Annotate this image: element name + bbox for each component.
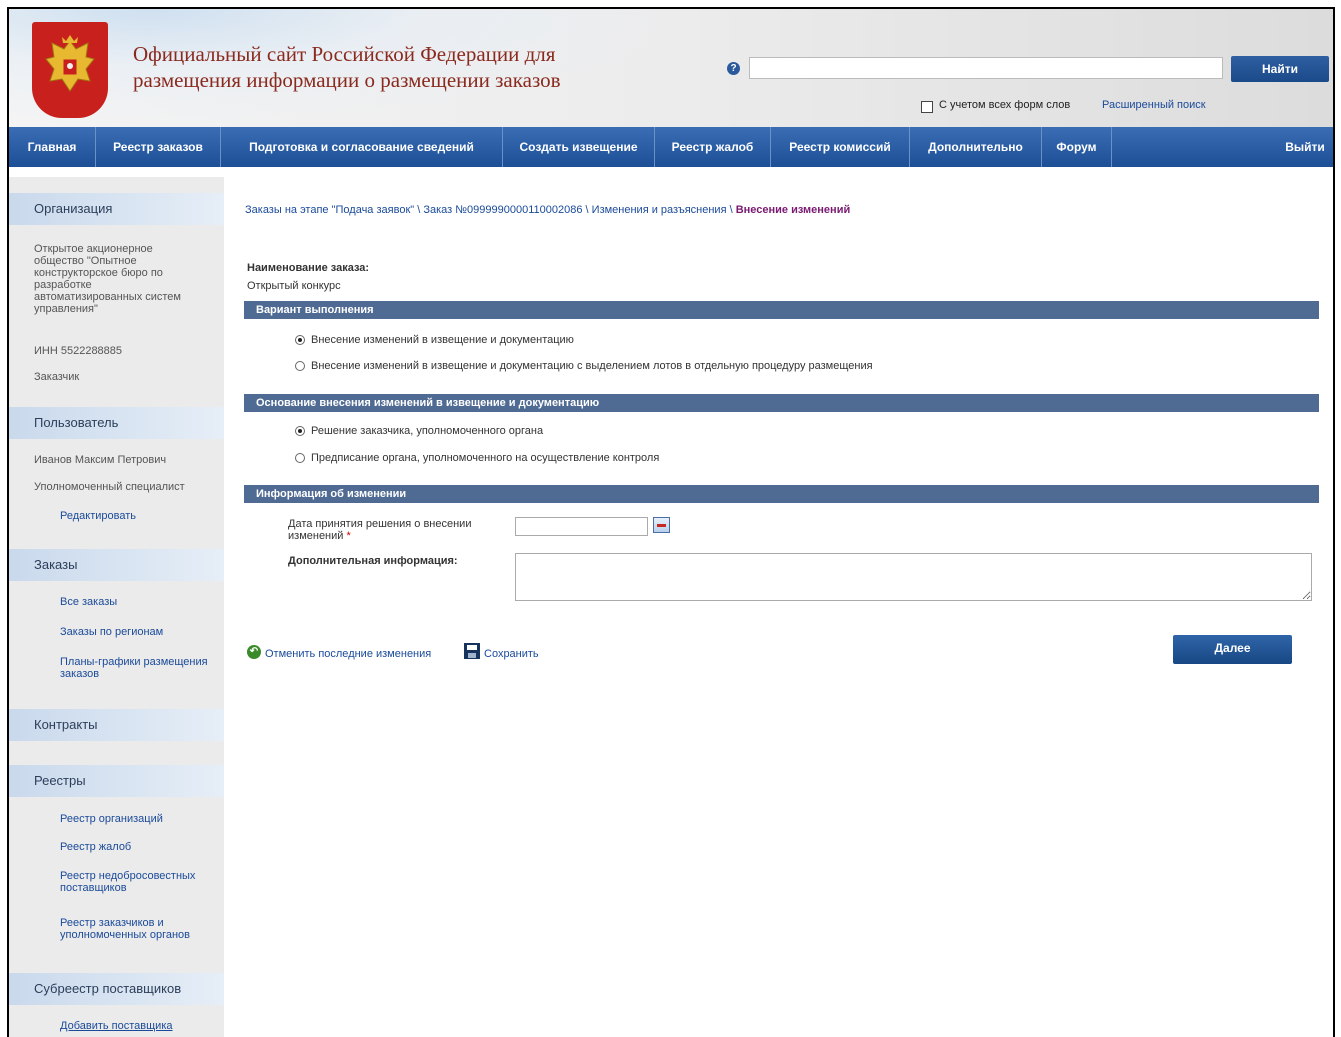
sidebar-item-line: поставщиков [60,882,127,894]
breadcrumb-current: Внесение изменений [735,204,851,216]
sidebar-heading-contracts[interactable]: Контракты [9,709,224,741]
save-link[interactable]: Сохранить [484,648,539,660]
sidebar-item-complaints-registry[interactable]: Реестр жалоб [60,841,220,853]
sidebar-item-line: уполномоченных органов [60,929,191,941]
nav-item-additional[interactable]: Дополнительно [910,127,1042,167]
organization-name-line: автоматизированных систем [34,291,181,303]
undo-icon[interactable]: ↶ [247,645,261,659]
sidebar-item-line: Реестр заказчиков и [60,917,164,929]
organization-name-line: Открытое акционерное [34,243,153,255]
sidebar-heading-orders: Заказы [9,549,224,581]
logout-button[interactable]: Выйти [1275,127,1333,167]
save-icon[interactable] [464,643,480,659]
advanced-search-link[interactable]: Расширенный поиск [1102,99,1206,111]
site-header: Официальный сайт Российской Федерации дл… [9,9,1333,127]
breadcrumb-separator: \ [414,204,424,216]
user-role: Уполномоченный специалист [34,481,185,493]
sidebar-item-orders-by-region[interactable]: Заказы по регионам [60,626,220,638]
search-input[interactable] [749,57,1223,79]
decision-date-input[interactable] [515,517,648,536]
breadcrumb-separator: \ [582,204,592,216]
radio-variant-separate-lots-label: Внесение изменений в извещение и докумен… [311,360,873,372]
decision-date-label: Дата принятия решения о внесении изменен… [288,518,498,542]
radio-basis-customer-decision-label: Решение заказчика, уполномоченного орган… [311,425,544,437]
sidebar-item-all-orders[interactable]: Все заказы [60,596,220,608]
required-mark: * [346,530,351,542]
decision-date-label-line: изменений * [288,530,498,542]
site-title-line1: Официальный сайт Российской Федерации дл… [133,42,556,66]
additional-info-label: Дополнительная информация: [288,555,458,567]
radio-basis-customer-decision[interactable] [295,426,305,436]
search-button[interactable]: Найти [1231,56,1329,82]
morphology-checkbox-label: С учетом всех форм слов [939,99,1071,111]
nav-item-home[interactable]: Главная [9,127,96,167]
site-title: Официальный сайт Российской Федерации дл… [133,41,693,93]
sidebar-item-schedules-line: заказов [60,668,100,680]
breadcrumb: Заказы на этапе "Подача заявок" \ Заказ … [245,204,850,216]
calendar-icon[interactable] [653,517,670,533]
help-icon[interactable]: ? [727,62,740,75]
sidebar-item-schedules-line: Планы-графики размещения [60,656,208,668]
organization-name-line: общество "Опытное [34,255,137,267]
breadcrumb-item[interactable]: Заказы на этапе "Подача заявок" [245,204,414,216]
sidebar-heading-registries: Реестры [9,765,224,797]
sidebar: Организация Открытое акционерное обществ… [9,177,224,1037]
radio-variant-changes-label: Внесение изменений в извещение и докумен… [311,334,574,346]
organization-name-line: управления" [34,303,98,315]
sidebar-item-org-registry[interactable]: Реестр организаций [60,813,220,825]
organization-name: Открытое акционерное общество "Опытное к… [34,243,209,315]
sidebar-heading-subregistry: Субреестр поставщиков [9,973,224,1005]
breadcrumb-item[interactable]: Заказ №0999990000110002086 [423,204,582,216]
organization-name-line: конструкторское бюро по [34,267,163,279]
radio-variant-changes[interactable] [295,335,305,345]
user-name: Иванов Максим Петрович [34,454,167,466]
decision-date-label-text: изменений [288,530,344,542]
sidebar-item-schedules[interactable]: Планы-графики размещения заказов [60,656,220,680]
add-supplier-link[interactable]: Добавить поставщика [60,1020,220,1032]
additional-info-textarea[interactable] [515,553,1312,601]
morphology-checkbox[interactable] [921,101,933,113]
page-frame: Официальный сайт Российской Федерации дл… [7,7,1335,1037]
next-button[interactable]: Далее [1173,635,1292,664]
radio-basis-control-order[interactable] [295,453,305,463]
sidebar-item-line: Реестр недобросовестных [60,870,196,882]
section-info-header: Информация об изменении [244,485,1319,503]
undo-changes-link[interactable]: Отменить последние изменения [265,648,431,660]
edit-user-link[interactable]: Редактировать [60,510,220,522]
breadcrumb-separator: \ [726,204,736,216]
coat-of-arms-icon [32,22,108,118]
order-name-value: Открытый конкурс [247,280,341,292]
section-variant-header: Вариант выполнения [244,301,1319,319]
organization-inn: ИНН 5522288885 [34,345,123,357]
decision-date-label-line: Дата принятия решения о внесении [288,518,472,530]
radio-basis-control-order-label: Предписание органа, уполномоченного на о… [311,452,660,464]
nav-item-create-notice[interactable]: Создать извещение [503,127,655,167]
nav-item-complaints-registry[interactable]: Реестр жалоб [655,127,771,167]
radio-variant-separate-lots[interactable] [295,361,305,371]
nav-item-commissions-registry[interactable]: Реестр комиссий [771,127,910,167]
sidebar-item-customers-registry[interactable]: Реестр заказчиков и уполномоченных орган… [60,917,220,941]
sidebar-item-unscrupulous-suppliers[interactable]: Реестр недобросовестных поставщиков [60,870,220,894]
breadcrumb-item[interactable]: Изменения и разъяснения [592,204,727,216]
section-basis-header: Основание внесения изменений в извещение… [244,394,1319,412]
nav-item-orders-registry[interactable]: Реестр заказов [96,127,221,167]
sidebar-heading-user: Пользователь [9,407,224,439]
sidebar-heading-organization: Организация [9,193,224,225]
nav-item-forum[interactable]: Форум [1042,127,1112,167]
order-name-label: Наименование заказа: [247,262,370,274]
organization-role: Заказчик [34,371,80,383]
nav-item-preparation[interactable]: Подготовка и согласование сведений [221,127,503,167]
organization-name-line: разработке [34,279,92,291]
main-nav: Главная Реестр заказов Подготовка и согл… [9,127,1333,167]
site-title-line2: размещения информации о размещении заказ… [133,68,561,92]
